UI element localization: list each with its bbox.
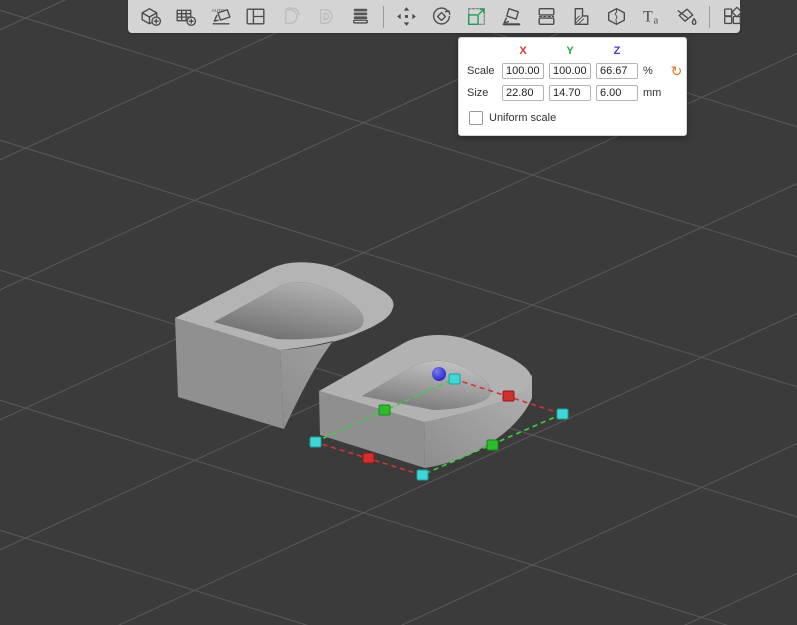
toolbar-separator-2 (709, 5, 710, 28)
auto-orient-button[interactable]: AUTO (204, 2, 237, 32)
scale-x-input[interactable] (502, 63, 544, 79)
scale-unit-label: % (643, 65, 653, 77)
uniform-scale-checkbox[interactable] (469, 111, 483, 125)
scale-button[interactable] (460, 2, 493, 32)
scale-row: Scale % ↻ (467, 63, 682, 79)
gizmo-y-handle-right[interactable] (486, 439, 499, 451)
gizmo-x-handle-top[interactable] (502, 390, 515, 402)
gizmo-corner-handle-bottom[interactable] (416, 469, 429, 481)
add-plate-button[interactable] (169, 2, 202, 32)
gizmo-corner-handle-left[interactable] (309, 436, 322, 448)
cut-button[interactable] (530, 2, 563, 32)
split-parts-d-icon (320, 9, 333, 24)
scale-y-input[interactable] (549, 63, 591, 79)
split-to-parts-button[interactable] (309, 2, 342, 32)
size-row-label: Size (467, 87, 489, 99)
add-object-cube-icon (141, 8, 162, 27)
reset-scale-icon[interactable]: ↻ (670, 64, 683, 78)
paint-bucket-icon (677, 8, 697, 25)
gizmo-corner-handle-right[interactable] (556, 408, 569, 420)
arrange-button[interactable] (239, 2, 272, 32)
size-x-input[interactable] (502, 85, 544, 101)
scale-tool-panel: X Y Z Scale % ↻ Size mm Uniform scale (458, 37, 687, 136)
place-on-face-button[interactable] (495, 2, 528, 32)
gizmo-corner-handle-top[interactable] (448, 373, 461, 385)
model-small-d-selected[interactable] (319, 334, 532, 468)
add-object-button[interactable] (134, 2, 167, 32)
svg-text:a: a (654, 15, 659, 26)
axis-x-header: X (519, 45, 527, 57)
main-toolbar: AUTO T a (128, 0, 743, 33)
size-y-input[interactable] (549, 85, 591, 101)
seam-cube-icon (608, 8, 625, 25)
move-button[interactable] (390, 2, 423, 32)
split-to-objects-button[interactable] (274, 2, 307, 32)
rotate-button[interactable] (425, 2, 458, 32)
add-plate-grid-icon (176, 9, 197, 27)
toolbar-separator-1 (383, 5, 384, 28)
size-unit-label: mm (643, 87, 662, 99)
uniform-scale-row: Uniform scale (469, 111, 678, 125)
size-row: Size mm (467, 85, 678, 101)
scale-z-input[interactable] (596, 63, 638, 79)
text-shape-button[interactable]: T a (635, 2, 668, 32)
scale-row-label: Scale (467, 65, 495, 77)
move-arrows-icon (397, 7, 416, 26)
puzzle-assembly-icon (724, 6, 743, 25)
rotate-icon (432, 7, 451, 25)
place-on-face-icon (502, 8, 521, 26)
svg-text:T: T (643, 9, 653, 26)
size-z-input[interactable] (596, 85, 638, 101)
scale-icon (468, 8, 485, 25)
axis-header-row: X Y Z (467, 45, 678, 57)
axis-y-header: Y (566, 45, 574, 57)
uniform-scale-label: Uniform scale (489, 112, 557, 124)
seam-button[interactable] (600, 2, 633, 32)
gizmo-y-handle-left[interactable] (378, 404, 391, 416)
auto-orient-icon: AUTO (212, 8, 231, 25)
support-paint-icon (574, 8, 589, 25)
split-view-button[interactable] (716, 2, 749, 32)
split-objects-d-icon (285, 7, 300, 24)
color-paint-button[interactable] (670, 2, 703, 32)
cut-icon (538, 8, 555, 25)
support-paint-button[interactable] (565, 2, 598, 32)
text-tool-icon: T a (643, 9, 659, 27)
arrange-layout-icon (246, 8, 265, 25)
axis-z-header: Z (613, 45, 621, 57)
gizmo-z-handle[interactable] (432, 367, 446, 381)
layer-stack-icon (353, 8, 368, 24)
variable-layer-height-button[interactable] (344, 2, 377, 32)
gizmo-x-handle-bottom[interactable] (362, 452, 375, 464)
